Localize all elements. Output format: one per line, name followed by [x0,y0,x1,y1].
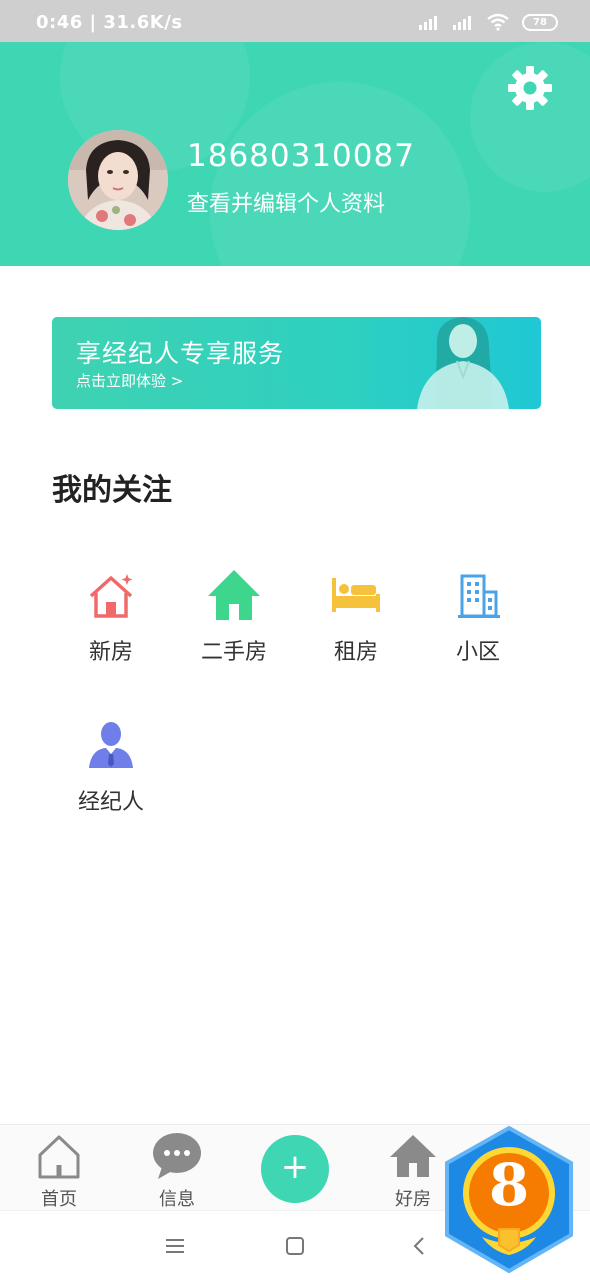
category-label: 租房 [333,640,378,665]
plus-icon: + [280,1147,310,1187]
status-bar: 0:46 | 31.6K/s 78 [0,0,590,42]
status-icons: 78 [418,12,558,32]
category-rent[interactable]: 租房 [301,568,411,688]
edit-profile-link[interactable]: 查看并编辑个人资料 [187,186,385,218]
nav-good-houses[interactable]: 好房 [373,1125,453,1211]
category-label: 新房 [88,640,133,665]
avatar[interactable] [68,130,168,230]
nav-messages[interactable]: 信息 [137,1125,217,1211]
nav-label: 好房 [395,1189,431,1210]
decor-bubble [210,82,470,266]
category-label: 小区 [455,640,500,665]
banner-subtitle: 点击立即体验 > [76,372,184,390]
home-outline-icon [38,1135,80,1179]
home-square-icon[interactable] [280,1231,310,1261]
battery-level: 78 [533,16,547,28]
category-agent[interactable]: 经纪人 [56,718,166,838]
agent-icon [89,722,133,768]
battery-indicator: 78 [522,13,558,31]
wifi-icon [487,13,509,31]
avatar-photo [68,130,168,230]
nav-home[interactable]: 首页 [19,1125,99,1211]
profile-header: 18680310087 查看并编辑个人资料 [0,42,590,266]
bed-icon [332,578,380,612]
house-icon [208,570,260,620]
house-filled-icon [390,1135,436,1177]
nav-label: 首页 [41,1189,77,1210]
level-badge[interactable]: 8 [442,1125,576,1275]
badge-number: 8 [488,1151,530,1219]
section-title: 我的关注 [52,473,172,508]
agent-illustration [417,317,509,409]
gear-icon[interactable] [506,64,554,112]
signal-icon [419,16,437,30]
building-icon [458,574,500,618]
category-second-hand[interactable]: 二手房 [179,568,289,688]
chat-bubble-icon [153,1133,201,1179]
category-new-house[interactable]: 新房 [56,568,166,688]
add-button[interactable]: + [261,1135,329,1203]
category-label: 二手房 [200,640,267,665]
category-label: 经纪人 [77,790,144,815]
category-community[interactable]: 小区 [423,568,533,688]
signal-icon-2 [453,16,471,30]
agent-service-banner[interactable]: 享经纪人专享服务 点击立即体验 > [52,317,541,409]
nav-label: 信息 [159,1189,195,1210]
banner-title: 享经纪人专享服务 [76,339,285,368]
menu-icon[interactable] [160,1231,190,1261]
profile-phone: 18680310087 [187,138,415,174]
back-icon[interactable] [405,1231,435,1261]
new-house-icon [89,574,133,618]
status-time-speed: 0:46 | 31.6K/s [36,12,183,33]
